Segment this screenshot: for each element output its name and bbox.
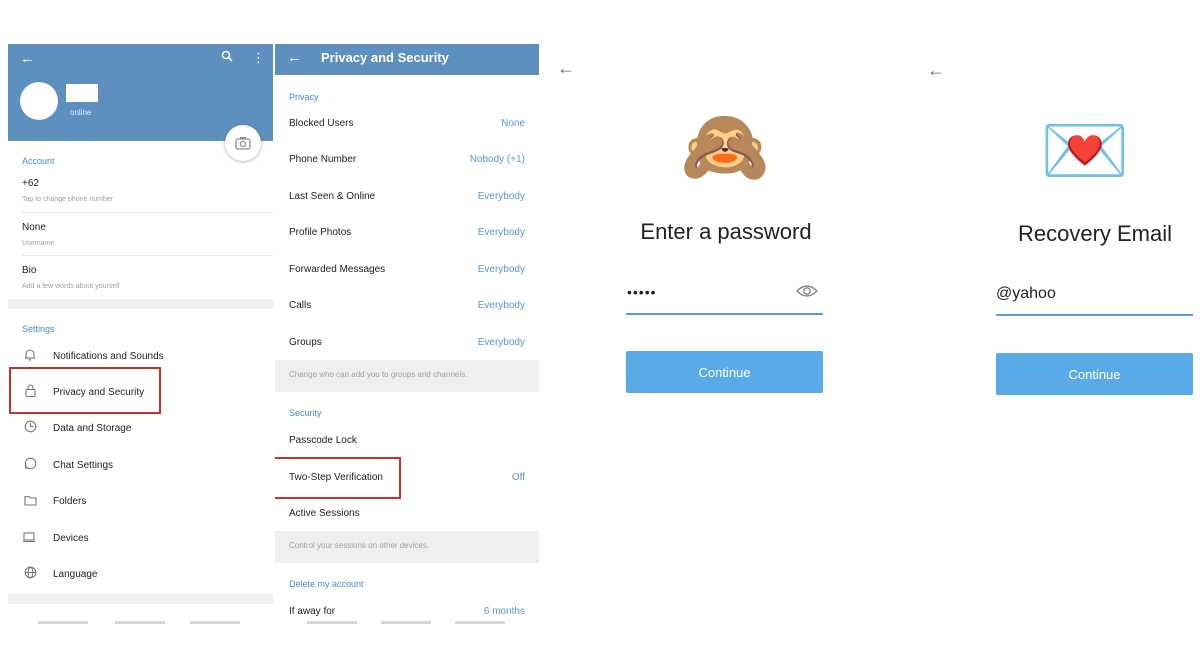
- menu-label: Devices: [53, 532, 89, 544]
- love-letter-icon: 💌: [1040, 108, 1130, 192]
- back-arrow-icon[interactable]: ←: [927, 60, 945, 81]
- row-value: None: [501, 117, 525, 129]
- divider: [22, 212, 273, 213]
- row-last-seen[interactable]: Last Seen & Online Everybody: [275, 178, 539, 214]
- email-underline: [996, 314, 1193, 316]
- menu-data-storage[interactable]: Data and Storage: [8, 410, 273, 446]
- email-field[interactable]: @yahoo: [996, 285, 1056, 303]
- page-title: Privacy and Security: [321, 50, 449, 65]
- row-value: Everybody: [477, 263, 525, 275]
- settings-screen: ← ⋮ online Account +62 Tap to change pho…: [8, 44, 273, 630]
- settings-section-title: Settings: [22, 324, 55, 334]
- password-field[interactable]: •••••: [627, 284, 657, 300]
- menu-label: Language: [53, 568, 98, 580]
- nav-bar-segment: [381, 621, 431, 624]
- clock-icon: [22, 420, 38, 436]
- back-arrow-icon[interactable]: ←: [557, 58, 575, 79]
- row-active-sessions[interactable]: Active Sessions: [275, 495, 539, 531]
- privacy-section-title: Privacy: [289, 92, 319, 102]
- highlight-box: [9, 367, 161, 414]
- row-value: Everybody: [477, 299, 525, 311]
- row-phone-number[interactable]: Phone Number Nobody (+1): [275, 141, 539, 177]
- nav-bar-segment: [115, 621, 165, 624]
- row-label: Active Sessions: [289, 507, 360, 519]
- globe-icon: [22, 566, 38, 582]
- row-value: Everybody: [477, 336, 525, 348]
- menu-chat-settings[interactable]: Chat Settings: [8, 447, 273, 483]
- chat-icon: [22, 457, 38, 473]
- bio-hint: Add a few words about yourself: [22, 283, 120, 290]
- menu-label: Folders: [53, 495, 87, 507]
- phone-hint: Tap to change phone number: [22, 196, 114, 203]
- menu-devices[interactable]: Devices: [8, 520, 273, 556]
- back-arrow-icon[interactable]: ←: [20, 50, 35, 67]
- menu-label: Chat Settings: [53, 459, 114, 471]
- password-underline: [626, 313, 823, 315]
- password-title: Enter a password: [640, 219, 812, 244]
- delete-section-title: Delete my account: [289, 579, 364, 589]
- search-icon[interactable]: [221, 50, 233, 65]
- row-label: If away for: [289, 605, 336, 617]
- username-value[interactable]: None: [22, 222, 46, 233]
- section-separator: [8, 299, 273, 309]
- recovery-email-screen: ← 💌 Recovery Email @yahoo Continue: [915, 0, 1200, 671]
- folder-icon: [22, 494, 38, 509]
- row-label: Passcode Lock: [289, 434, 357, 446]
- online-status: online: [70, 108, 92, 117]
- nav-bar-segment: [307, 621, 357, 624]
- recovery-title: Recovery Email: [1017, 221, 1173, 246]
- row-value: 6 months: [483, 605, 525, 617]
- avatar[interactable]: [20, 82, 58, 120]
- row-label: Calls: [289, 299, 312, 311]
- row-value: Nobody (+1): [469, 153, 525, 165]
- nav-bar-segment: [190, 621, 240, 624]
- profile-name-redacted: [66, 84, 98, 102]
- section-separator: [8, 594, 273, 604]
- groups-hint: Change who can add you to groups and cha…: [289, 370, 468, 379]
- menu-label: Data and Storage: [53, 422, 132, 434]
- privacy-header: ← Privacy and Security: [275, 44, 539, 75]
- password-screen: ← 🙈 Enter a password ••••• Continue: [545, 0, 845, 671]
- privacy-security-screen: ← Privacy and Security Privacy Blocked U…: [275, 44, 539, 630]
- camera-icon[interactable]: [225, 125, 261, 161]
- highlight-box: [275, 457, 401, 499]
- row-groups[interactable]: Groups Everybody: [275, 324, 539, 360]
- menu-label: Notifications and Sounds: [53, 350, 164, 362]
- row-value: Off: [511, 471, 525, 483]
- row-passcode-lock[interactable]: Passcode Lock: [275, 422, 539, 458]
- bio-value[interactable]: Bio: [22, 265, 36, 276]
- row-label: Groups: [289, 336, 322, 348]
- continue-button[interactable]: Continue: [996, 353, 1193, 395]
- row-label: Last Seen & Online: [289, 190, 376, 202]
- row-blocked-users[interactable]: Blocked Users None: [275, 105, 539, 141]
- sessions-hint: Control your sessions on other devices.: [289, 541, 430, 550]
- monkey-emoji-icon: 🙈: [680, 104, 770, 188]
- devices-icon: [22, 531, 38, 546]
- menu-language[interactable]: Language: [8, 556, 273, 592]
- menu-folders[interactable]: Folders: [8, 483, 273, 519]
- more-menu-icon[interactable]: ⋮: [252, 50, 265, 66]
- bell-icon: [22, 348, 38, 364]
- divider: [22, 255, 273, 256]
- row-value: Everybody: [477, 226, 525, 238]
- row-calls[interactable]: Calls Everybody: [275, 287, 539, 323]
- back-arrow-icon[interactable]: ←: [287, 49, 302, 66]
- security-section-title: Security: [289, 408, 322, 418]
- row-label: Forwarded Messages: [289, 263, 386, 275]
- eye-icon[interactable]: [796, 283, 818, 304]
- phone-number[interactable]: +62: [22, 178, 39, 189]
- account-section-title: Account: [22, 156, 55, 166]
- row-label: Blocked Users: [289, 117, 354, 129]
- continue-button[interactable]: Continue: [626, 351, 823, 393]
- nav-bar-segment: [38, 621, 88, 624]
- nav-bar-segment: [455, 621, 505, 624]
- row-label: Phone Number: [289, 153, 357, 165]
- row-label: Profile Photos: [289, 226, 352, 238]
- row-value: Everybody: [477, 190, 525, 202]
- row-profile-photos[interactable]: Profile Photos Everybody: [275, 214, 539, 250]
- username-hint: Username: [22, 240, 55, 247]
- row-forwarded-messages[interactable]: Forwarded Messages Everybody: [275, 251, 539, 287]
